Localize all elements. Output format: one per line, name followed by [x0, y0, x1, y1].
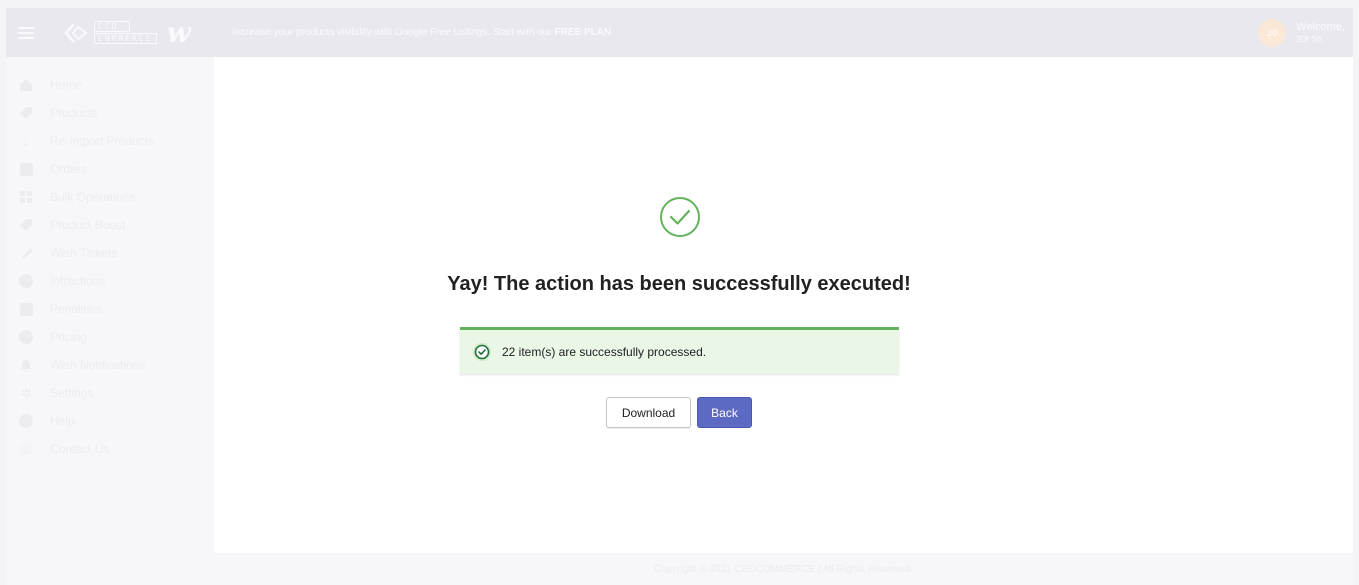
sidebar-item-label: Products	[50, 106, 98, 120]
logo-line1: CED	[94, 21, 130, 32]
sidebar-item-label: Penalities	[50, 302, 103, 316]
ticket-icon	[18, 245, 34, 261]
sidebar-item-label: Orders	[50, 162, 87, 176]
sidebar-item-home[interactable]: Home	[6, 71, 214, 99]
sidebar-item-contact-us[interactable]: ☏ Contact Us	[6, 435, 214, 463]
sidebar-item-pricing[interactable]: Pricing	[6, 323, 214, 351]
gear-icon: ✲	[20, 384, 32, 401]
sidebar-item-label: Product Boost	[50, 218, 126, 232]
sidebar-item-label: Wish Notifications	[50, 358, 146, 372]
avatar: 20	[1258, 18, 1287, 47]
arrow-down-icon: ↓	[22, 133, 30, 149]
check-circle-icon	[473, 343, 491, 361]
sidebar-item-penalities[interactable]: Penalities	[6, 295, 214, 323]
app-frame: CED COMMERCE w Increase your products vi…	[6, 8, 1353, 585]
sidebar-item-products[interactable]: Products	[6, 99, 214, 127]
tag-icon	[18, 217, 34, 233]
dollar-icon	[18, 329, 34, 345]
sidebar-item-label: Re-Import Products	[50, 134, 155, 148]
menu-icon[interactable]	[18, 26, 34, 39]
tag-icon	[18, 105, 34, 121]
top-bar: CED COMMERCE w Increase your products vi…	[6, 8, 1353, 57]
logo-line2: COMMERCE	[94, 33, 157, 44]
sidebar-item-wish-tickets[interactable]: Wish Tickets	[6, 239, 214, 267]
sidebar-item-label: Home	[50, 78, 83, 92]
footer: Copyright © 2021 CEDCOMMERCE | All Right…	[214, 553, 1353, 585]
cedcommerce-logo-mark-icon	[64, 22, 88, 43]
banner-message: 22 item(s) are successfully processed.	[502, 345, 707, 359]
check-circle-icon	[660, 197, 700, 237]
sidebar-item-label: Wish Tickets	[50, 246, 118, 260]
sidebar-item-label: Pricing	[50, 330, 87, 344]
sidebar-item-bulk-operations[interactable]: Bulk Operations	[6, 183, 214, 211]
sidebar-item-label: Help	[50, 414, 75, 428]
announcement-text: Increase your products visibility with G…	[233, 27, 611, 38]
grid-icon	[18, 189, 34, 205]
sidebar-item-orders[interactable]: Orders	[6, 155, 214, 183]
download-button[interactable]: Download	[606, 397, 691, 428]
cedcommerce-logo[interactable]: CED COMMERCE w	[64, 15, 191, 49]
sidebar-item-label: Settings	[50, 386, 94, 400]
sidebar-item-help[interactable]: Help	[6, 407, 214, 435]
back-button[interactable]: Back	[697, 397, 752, 428]
receipt-icon	[18, 301, 34, 317]
sidebar-item-product-boost[interactable]: Product Boost	[6, 211, 214, 239]
success-banner: 22 item(s) are successfully processed.	[460, 327, 899, 374]
inbox-icon	[18, 161, 34, 177]
home-icon	[18, 77, 34, 93]
main-content: Yay! The action has been successfully ex…	[214, 57, 1353, 553]
success-headline: Yay! The action has been successfully ex…	[447, 273, 911, 295]
sidebar: Home Products ↓ Re-Import Products Order…	[6, 57, 214, 585]
bell-icon	[18, 357, 34, 373]
sidebar-item-wish-notifications[interactable]: Wish Notifications	[6, 351, 214, 379]
sidebar-item-infractions[interactable]: Infractions	[6, 267, 214, 295]
user-menu[interactable]: 20 Welcome, 20t Sh	[1258, 18, 1345, 47]
user-name: 20t Sh	[1296, 33, 1323, 44]
free-plan-link[interactable]: FREE PLAN	[554, 27, 611, 38]
sidebar-item-label: Infractions	[50, 274, 106, 288]
announcement-body: Increase your products visibility with G…	[232, 27, 555, 38]
copyright-text: Copyright © 2021 CEDCOMMERCE | All Right…	[653, 563, 914, 575]
logo-wordmark: CED COMMERCE	[94, 21, 157, 44]
sidebar-item-label: Contact Us	[50, 442, 110, 456]
wish-logo: w	[166, 15, 191, 49]
info-icon	[18, 273, 34, 289]
welcome-label: Welcome,	[1296, 20, 1345, 33]
sidebar-item-settings[interactable]: ✲ Settings	[6, 379, 214, 407]
phone-icon: ☏	[17, 440, 35, 457]
welcome-block: Welcome, 20t Sh	[1296, 21, 1345, 45]
sidebar-item-re-import-products[interactable]: ↓ Re-Import Products	[6, 127, 214, 155]
help-icon	[18, 413, 34, 429]
sidebar-item-label: Bulk Operations	[50, 190, 136, 204]
